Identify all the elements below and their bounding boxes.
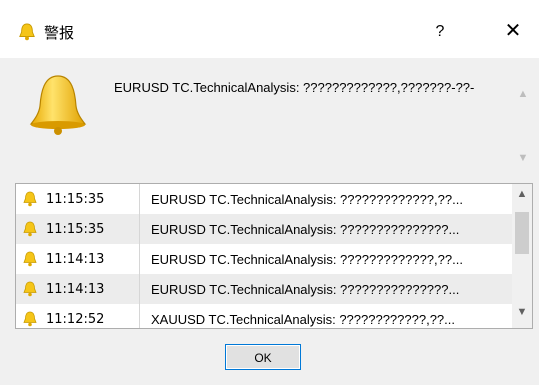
- chevron-up-icon[interactable]: ▲: [514, 88, 532, 102]
- chevron-down-icon[interactable]: ▼: [512, 306, 532, 322]
- column-divider: [139, 184, 140, 214]
- alert-text: XAUUSD TC.TechnicalAnalysis: ???????????…: [151, 312, 455, 327]
- alert-text: EURUSD TC.TechnicalAnalysis: ???????????…: [151, 192, 463, 207]
- alert-time: 11:15:35: [46, 192, 105, 207]
- chevron-up-icon[interactable]: ▲: [512, 188, 532, 204]
- column-divider: [139, 304, 140, 328]
- scrollbar-thumb[interactable]: [515, 212, 529, 254]
- alert-time: 11:15:35: [46, 222, 105, 237]
- list-item[interactable]: 11:12:52 XAUUSD TC.TechnicalAnalysis: ??…: [16, 304, 512, 328]
- list-item[interactable]: 11:15:35 EURUSD TC.TechnicalAnalysis: ??…: [16, 214, 512, 244]
- message-area: EURUSD TC.TechnicalAnalysis: ???????????…: [12, 62, 532, 174]
- close-button[interactable]: ✕: [500, 18, 526, 44]
- list-item[interactable]: 11:15:35 EURUSD TC.TechnicalAnalysis: ??…: [16, 184, 512, 214]
- alert-time: 11:14:13: [46, 282, 105, 297]
- list-scrollbar[interactable]: ▲ ▼: [512, 184, 532, 328]
- alert-message: EURUSD TC.TechnicalAnalysis: ???????????…: [114, 80, 475, 95]
- alert-text: EURUSD TC.TechnicalAnalysis: ???????????…: [151, 282, 460, 297]
- bell-icon: [23, 311, 37, 327]
- help-button[interactable]: ?: [428, 20, 452, 44]
- large-bell-icon: [29, 75, 87, 135]
- chevron-down-icon[interactable]: ▼: [514, 152, 532, 166]
- list-item[interactable]: 11:14:13 EURUSD TC.TechnicalAnalysis: ??…: [16, 244, 512, 274]
- alert-dialog: 警报 ? ✕ EURUSD TC.TechnicalAnalysis: ????…: [0, 0, 539, 385]
- ok-button[interactable]: OK: [225, 344, 301, 370]
- bell-icon: [23, 191, 37, 207]
- bell-icon: [23, 221, 37, 237]
- bell-icon: [23, 251, 37, 267]
- window-title: 警报: [44, 24, 75, 42]
- title-bar: 警报 ? ✕: [0, 0, 539, 58]
- alert-time: 11:12:52: [46, 312, 105, 327]
- message-scrollbar[interactable]: ▲ ▼: [514, 62, 532, 174]
- bell-icon: [23, 281, 37, 297]
- list-item[interactable]: 11:14:13 EURUSD TC.TechnicalAnalysis: ??…: [16, 274, 512, 304]
- alert-text: EURUSD TC.TechnicalAnalysis: ???????????…: [151, 252, 463, 267]
- column-divider: [139, 244, 140, 274]
- alert-text: EURUSD TC.TechnicalAnalysis: ???????????…: [151, 222, 460, 237]
- column-divider: [139, 214, 140, 244]
- bell-icon: [19, 23, 35, 41]
- column-divider: [139, 274, 140, 304]
- alert-list[interactable]: 11:15:35 EURUSD TC.TechnicalAnalysis: ??…: [15, 183, 533, 329]
- alert-time: 11:14:13: [46, 252, 105, 267]
